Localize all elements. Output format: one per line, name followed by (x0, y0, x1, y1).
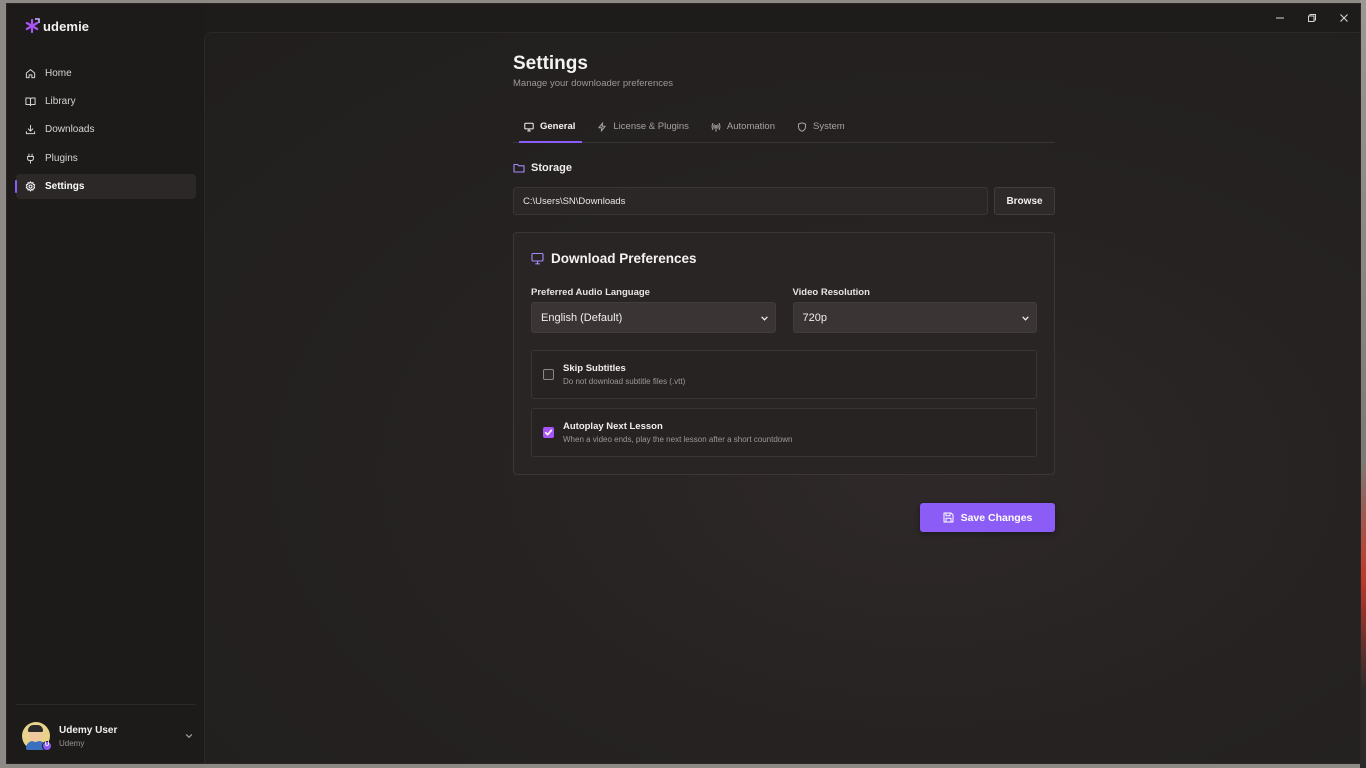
skip-subtitles-checkbox[interactable] (543, 369, 554, 380)
storage-heading: Storage (513, 162, 1055, 174)
avatar: U (22, 722, 52, 751)
sidebar: udemie Home Library Downloads Plugins Se… (7, 4, 204, 763)
storage-heading-text: Storage (531, 162, 572, 174)
page-subtitle: Manage your downloader preferences (513, 78, 674, 89)
user-menu[interactable]: U Udemy User Udemy (22, 720, 196, 752)
sidebar-divider (16, 704, 196, 705)
download-preferences-card: Download Preferences Preferred Audio Lan… (513, 232, 1055, 475)
sidebar-item-plugins[interactable]: Plugins (16, 146, 196, 171)
broadcast-icon (711, 122, 721, 132)
main-panel: Settings Manage your downloader preferen… (204, 32, 1360, 763)
preference-selects: Preferred Audio Language English (Defaul… (531, 287, 1037, 333)
close-button[interactable] (1328, 4, 1360, 32)
sidebar-item-label: Home (45, 68, 72, 79)
audio-language-value: English (Default) (541, 311, 623, 324)
plug-icon (27, 153, 34, 164)
monitor-icon (524, 122, 534, 131)
window-controls (1264, 4, 1360, 32)
sidebar-item-label: Downloads (45, 124, 95, 136)
save-icon (943, 512, 954, 523)
sidebar-item-downloads[interactable]: Downloads (16, 117, 196, 142)
sidebar-item-settings[interactable]: Settings (15, 173, 196, 199)
skip-subtitles-option[interactable]: Skip Subtitles Do not download subtitle … (531, 350, 1037, 399)
tab-label: Automation (726, 121, 775, 132)
brand-name: udemie (43, 18, 90, 34)
browse-button[interactable]: Browse (994, 187, 1055, 215)
sidebar-item-label: Plugins (45, 152, 78, 164)
video-resolution-field: Video Resolution 720p (792, 287, 1037, 333)
book-icon (25, 97, 36, 107)
download-preferences-title: Download Preferences (551, 251, 697, 266)
autoplay-next-description: When a video ends, play the next lesson … (563, 435, 793, 444)
avatar-badge: U (42, 741, 52, 751)
user-subtitle: Udemy (59, 738, 85, 748)
logo-mark-icon (25, 18, 40, 34)
autoplay-next-checkbox[interactable] (543, 427, 554, 438)
chevron-down-icon (1022, 316, 1029, 321)
home-icon (25, 69, 36, 79)
minimize-button[interactable] (1264, 4, 1296, 32)
sidebar-nav: Home Library Downloads Plugins Settings (15, 61, 196, 202)
save-row: Save Changes (513, 503, 1055, 532)
autoplay-next-title: Autoplay Next Lesson (563, 421, 663, 432)
save-changes-button[interactable]: Save Changes (920, 503, 1055, 532)
autoplay-next-option[interactable]: Autoplay Next Lesson When a video ends, … (531, 408, 1037, 457)
tab-general[interactable]: General (513, 111, 586, 143)
download-icon (25, 125, 36, 135)
monitor-icon (531, 252, 544, 265)
minimize-icon (1276, 17, 1284, 19)
save-changes-label: Save Changes (960, 511, 1033, 524)
gear-icon (25, 181, 36, 192)
video-resolution-value: 720p (802, 311, 827, 324)
sidebar-item-label: Library (45, 96, 76, 108)
sidebar-item-library[interactable]: Library (16, 89, 196, 114)
video-resolution-select[interactable]: 720p (792, 302, 1037, 333)
sidebar-item-home[interactable]: Home (16, 61, 196, 86)
tab-license-plugins[interactable]: License & Plugins (586, 111, 700, 142)
storage-row: Browse (513, 187, 1055, 215)
skip-subtitles-title: Skip Subtitles (563, 363, 626, 374)
audio-language-field: Preferred Audio Language English (Defaul… (531, 287, 776, 333)
sidebar-item-label: Settings (45, 180, 85, 192)
tab-system[interactable]: System (786, 111, 856, 142)
storage-path-input[interactable] (513, 187, 988, 215)
tab-label: System (812, 121, 845, 132)
app-window: udemie Home Library Downloads Plugins Se… (6, 3, 1361, 764)
settings-content: Settings Manage your downloader preferen… (513, 53, 1055, 532)
tab-label: License & Plugins (613, 121, 689, 132)
tab-label: General (540, 121, 576, 132)
folder-icon (513, 163, 525, 173)
video-resolution-label: Video Resolution (792, 287, 870, 298)
close-icon (1340, 14, 1348, 22)
restore-button[interactable] (1296, 4, 1328, 32)
audio-language-select[interactable]: English (Default) (531, 302, 776, 333)
chevron-down-icon[interactable] (184, 731, 194, 741)
settings-tabs: General License & Plugins Automation Sys… (513, 111, 1055, 143)
shield-icon (797, 121, 806, 132)
chevron-down-icon (760, 316, 768, 321)
brand-logo: udemie (23, 17, 89, 35)
download-preferences-heading: Download Preferences (531, 251, 1037, 266)
checkmark-icon (544, 429, 553, 436)
zap-icon (598, 121, 607, 132)
audio-language-label: Preferred Audio Language (531, 287, 650, 298)
tab-automation[interactable]: Automation (700, 111, 786, 142)
page-title: Settings (513, 53, 588, 74)
user-name: Udemy User (59, 724, 118, 736)
skip-subtitles-description: Do not download subtitle files (.vtt) (563, 377, 686, 386)
restore-icon (1308, 14, 1316, 22)
